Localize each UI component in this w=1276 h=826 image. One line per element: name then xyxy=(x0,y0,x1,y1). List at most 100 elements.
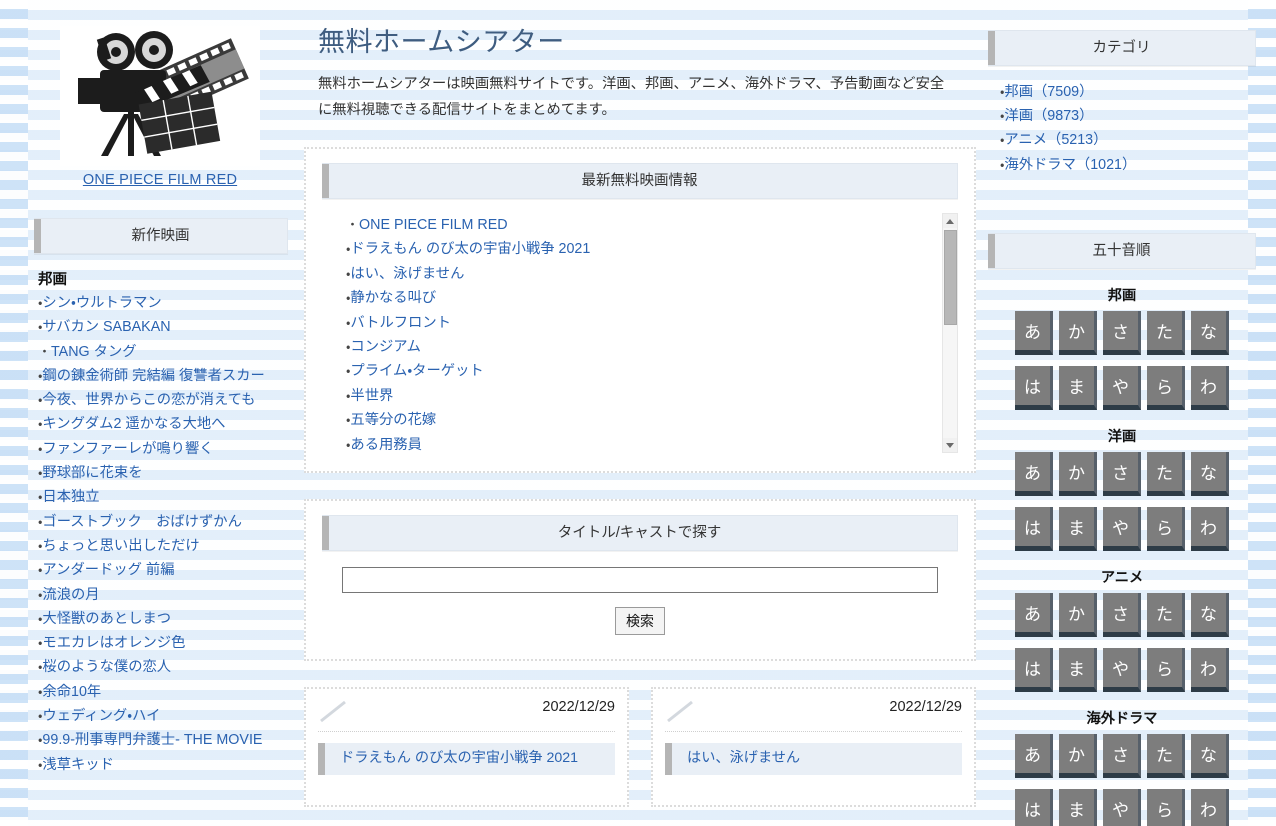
category-link-drama[interactable]: 海外ドラマ（1021） xyxy=(1004,157,1136,173)
kana-button-ya[interactable]: や xyxy=(1103,365,1141,410)
scrollbar-thumb[interactable] xyxy=(944,230,957,325)
list-item[interactable]: 海外ドラマ（1021） xyxy=(998,153,1256,177)
sidebar-movie-link[interactable]: ちょっと思い出しただけ xyxy=(42,538,199,554)
list-item[interactable]: バトルフロント xyxy=(344,311,926,335)
latest-movie-link[interactable]: はい、泳げません xyxy=(350,266,464,282)
latest-movie-link[interactable]: ある用務員 xyxy=(350,437,421,453)
sidebar-movie-link[interactable]: TANG タング xyxy=(51,344,137,360)
kana-button-ma[interactable]: ま xyxy=(1059,506,1097,551)
sidebar-movie-link[interactable]: 浅草キッド xyxy=(42,757,113,773)
sidebar-movie-link[interactable]: 大怪獣のあとしまつ xyxy=(42,611,171,627)
kana-button-na[interactable]: な xyxy=(1191,592,1229,637)
latest-movie-link[interactable]: コンジアム xyxy=(350,339,420,355)
list-item[interactable]: はい、泳げません xyxy=(344,262,926,286)
kana-button-ya[interactable]: や xyxy=(1103,647,1141,692)
list-item[interactable]: 半世界 xyxy=(344,384,926,408)
kana-button-sa[interactable]: さ xyxy=(1103,310,1141,355)
list-item[interactable]: プライム・ターゲット xyxy=(344,359,926,383)
kana-button-ta[interactable]: た xyxy=(1147,733,1185,778)
kana-button-a[interactable]: あ xyxy=(1015,733,1053,778)
kana-button-na[interactable]: な xyxy=(1191,451,1229,496)
list-item[interactable]: 五等分の花嫁 xyxy=(344,408,926,432)
list-item[interactable]: サバカン SABAKAN xyxy=(36,315,296,339)
list-item[interactable]: アンダードッグ 前編 xyxy=(36,558,296,582)
sidebar-movie-link[interactable]: キングダム2 遥かなる大地へ xyxy=(42,416,225,432)
sidebar-movie-link[interactable]: アンダードッグ 前編 xyxy=(42,562,174,578)
sidebar-movie-link[interactable]: 余命10年 xyxy=(42,684,101,700)
sidebar-movie-link[interactable]: モエカレはオレンジ色 xyxy=(42,635,185,651)
sidebar-movie-link[interactable]: 今夜、世界からこの恋が消えても xyxy=(42,392,255,408)
list-item[interactable]: 静かなる叫び xyxy=(344,286,926,310)
kana-button-ra[interactable]: ら xyxy=(1147,365,1185,410)
latest-movie-link[interactable]: 五等分の花嫁 xyxy=(350,412,436,428)
sidebar-movie-link[interactable]: 流浪の月 xyxy=(42,587,99,603)
kana-button-ma[interactable]: ま xyxy=(1059,788,1097,826)
list-item[interactable]: 洋画（9873） xyxy=(998,104,1256,128)
list-item[interactable]: 野球部に花束を xyxy=(36,461,296,485)
list-item[interactable]: ウェディング・ハイ xyxy=(36,704,296,728)
sidebar-movie-link[interactable]: サバカン SABAKAN xyxy=(42,319,170,335)
kana-button-ra[interactable]: ら xyxy=(1147,506,1185,551)
kana-button-ka[interactable]: か xyxy=(1059,592,1097,637)
list-item[interactable]: ファンファーレが鳴り響く xyxy=(36,437,296,461)
sidebar-movie-link[interactable]: ウェディング・ハイ xyxy=(42,708,160,724)
kana-button-ma[interactable]: ま xyxy=(1059,365,1097,410)
logo-title-link[interactable]: ONE PIECE FILM RED xyxy=(52,172,268,188)
sidebar-movie-link[interactable]: 日本独立 xyxy=(42,489,99,505)
kana-button-sa[interactable]: さ xyxy=(1103,592,1141,637)
list-item[interactable]: キングダム2 遥かなる大地へ xyxy=(36,412,296,436)
latest-movie-link[interactable]: 静かなる叫び xyxy=(350,290,436,306)
list-item[interactable]: 流浪の月 xyxy=(36,583,296,607)
list-item[interactable]: モエカレはオレンジ色 xyxy=(36,631,296,655)
kana-button-ra[interactable]: ら xyxy=(1147,647,1185,692)
kana-button-wa[interactable]: わ xyxy=(1191,506,1229,551)
list-item[interactable]: アニメ（5213） xyxy=(998,128,1256,152)
list-item[interactable]: 日本独立 xyxy=(36,485,296,509)
list-item[interactable]: ONE PIECE FILM RED xyxy=(344,213,926,237)
kana-button-a[interactable]: あ xyxy=(1015,451,1053,496)
category-link-japanese[interactable]: 邦画（7509） xyxy=(1004,84,1093,100)
list-item[interactable]: ドラえもん のび太の宇宙小戦争 2021 xyxy=(344,237,926,261)
category-link-foreign[interactable]: 洋画（9873） xyxy=(1004,108,1093,124)
sidebar-movie-link[interactable]: ファンファーレが鳴り響く xyxy=(42,441,213,457)
list-item[interactable]: 浅草キッド xyxy=(36,753,296,777)
latest-movie-link[interactable]: ONE PIECE FILM RED xyxy=(359,217,508,233)
list-item[interactable]: ある用務員 xyxy=(344,433,926,453)
sidebar-movie-link[interactable]: ゴーストブック おばけずかん xyxy=(42,514,241,530)
kana-button-wa[interactable]: わ xyxy=(1191,647,1229,692)
kana-button-a[interactable]: あ xyxy=(1015,592,1053,637)
sidebar-movie-link[interactable]: シン・ウルトラマン xyxy=(42,295,161,311)
kana-button-ya[interactable]: や xyxy=(1103,788,1141,826)
sidebar-movie-link[interactable]: 野球部に花束を xyxy=(42,465,142,481)
kana-button-ra[interactable]: ら xyxy=(1147,788,1185,826)
search-input[interactable] xyxy=(342,567,938,593)
sidebar-movie-link[interactable]: 桜のような僕の恋人 xyxy=(42,659,171,675)
list-item[interactable]: 99.9-刑事専門弁護士- THE MOVIE xyxy=(36,728,296,752)
list-item[interactable]: TANG タング xyxy=(36,340,296,364)
sidebar-movie-link[interactable]: 鋼の錬金術師 完結編 復讐者スカー xyxy=(42,368,264,384)
category-link-anime[interactable]: アニメ（5213） xyxy=(1004,132,1107,148)
kana-button-ha[interactable]: は xyxy=(1015,506,1053,551)
kana-button-sa[interactable]: さ xyxy=(1103,733,1141,778)
article-card[interactable]: 2022/12/29 はい、泳げません xyxy=(651,687,976,807)
article-title-link[interactable]: はい、泳げません xyxy=(665,743,962,775)
latest-movies-scroll-area[interactable]: ONE PIECE FILM RED ドラえもん のび太の宇宙小戦争 2021 … xyxy=(322,213,958,453)
list-item[interactable]: 桜のような僕の恋人 xyxy=(36,655,296,679)
latest-list-scrollbar[interactable] xyxy=(942,213,958,453)
kana-button-ya[interactable]: や xyxy=(1103,506,1141,551)
list-item[interactable]: 鋼の錬金術師 完結編 復讐者スカー xyxy=(36,364,296,388)
list-item[interactable]: コンジアム xyxy=(344,335,926,359)
scroll-up-arrow-icon[interactable] xyxy=(943,214,957,228)
latest-movie-link[interactable]: ドラえもん のび太の宇宙小戦争 2021 xyxy=(350,241,590,257)
search-button[interactable]: 検索 xyxy=(615,607,665,635)
kana-button-a[interactable]: あ xyxy=(1015,310,1053,355)
kana-button-ka[interactable]: か xyxy=(1059,451,1097,496)
kana-button-wa[interactable]: わ xyxy=(1191,365,1229,410)
scroll-down-arrow-icon[interactable] xyxy=(943,438,957,452)
article-title-link[interactable]: ドラえもん のび太の宇宙小戦争 2021 xyxy=(318,743,615,775)
sidebar-movie-link[interactable]: 99.9-刑事専門弁護士- THE MOVIE xyxy=(42,732,262,748)
kana-button-ta[interactable]: た xyxy=(1147,310,1185,355)
latest-movie-link[interactable]: プライム・ターゲット xyxy=(350,363,483,379)
kana-button-wa[interactable]: わ xyxy=(1191,788,1229,826)
article-card[interactable]: 2022/12/29 ドラえもん のび太の宇宙小戦争 2021 xyxy=(304,687,629,807)
